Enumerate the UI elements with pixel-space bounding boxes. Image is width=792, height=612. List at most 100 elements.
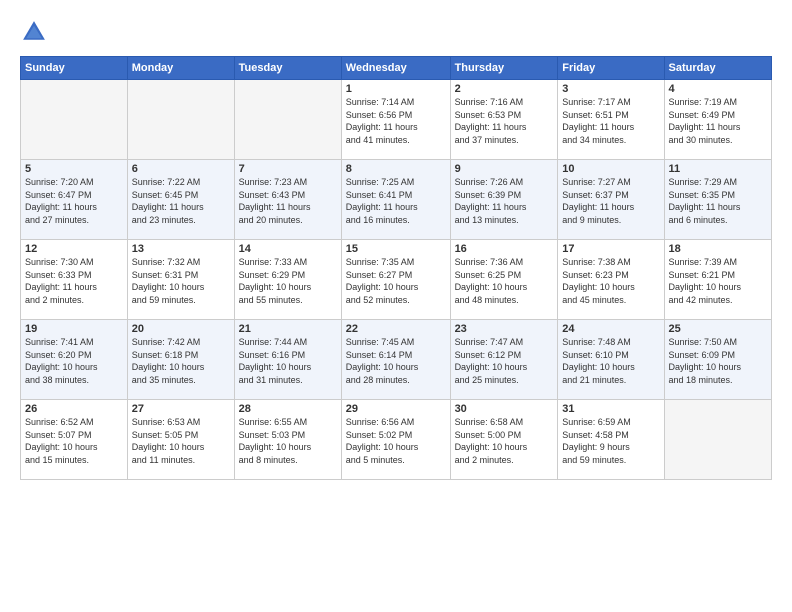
day-info: Sunrise: 7:14 AM Sunset: 6:56 PM Dayligh… xyxy=(346,96,446,146)
calendar-cell: 5Sunrise: 7:20 AM Sunset: 6:47 PM Daylig… xyxy=(21,160,128,240)
calendar-cell: 13Sunrise: 7:32 AM Sunset: 6:31 PM Dayli… xyxy=(127,240,234,320)
day-number: 25 xyxy=(669,323,767,335)
day-number: 7 xyxy=(239,163,337,175)
day-number: 27 xyxy=(132,403,230,415)
day-info: Sunrise: 7:44 AM Sunset: 6:16 PM Dayligh… xyxy=(239,336,337,386)
day-info: Sunrise: 7:32 AM Sunset: 6:31 PM Dayligh… xyxy=(132,256,230,306)
day-info: Sunrise: 7:47 AM Sunset: 6:12 PM Dayligh… xyxy=(455,336,554,386)
day-info: Sunrise: 7:23 AM Sunset: 6:43 PM Dayligh… xyxy=(239,176,337,226)
day-number: 19 xyxy=(25,323,123,335)
week-row-4: 19Sunrise: 7:41 AM Sunset: 6:20 PM Dayli… xyxy=(21,320,772,400)
day-info: Sunrise: 6:52 AM Sunset: 5:07 PM Dayligh… xyxy=(25,416,123,466)
day-info: Sunrise: 7:29 AM Sunset: 6:35 PM Dayligh… xyxy=(669,176,767,226)
calendar-cell: 24Sunrise: 7:48 AM Sunset: 6:10 PM Dayli… xyxy=(558,320,664,400)
week-row-1: 1Sunrise: 7:14 AM Sunset: 6:56 PM Daylig… xyxy=(21,80,772,160)
day-info: Sunrise: 7:41 AM Sunset: 6:20 PM Dayligh… xyxy=(25,336,123,386)
day-number: 20 xyxy=(132,323,230,335)
day-number: 2 xyxy=(455,83,554,95)
weekday-header-tuesday: Tuesday xyxy=(234,57,341,80)
calendar-cell: 17Sunrise: 7:38 AM Sunset: 6:23 PM Dayli… xyxy=(558,240,664,320)
day-number: 18 xyxy=(669,243,767,255)
day-info: Sunrise: 6:58 AM Sunset: 5:00 PM Dayligh… xyxy=(455,416,554,466)
day-number: 5 xyxy=(25,163,123,175)
day-info: Sunrise: 7:17 AM Sunset: 6:51 PM Dayligh… xyxy=(562,96,659,146)
week-row-5: 26Sunrise: 6:52 AM Sunset: 5:07 PM Dayli… xyxy=(21,400,772,480)
calendar-cell: 18Sunrise: 7:39 AM Sunset: 6:21 PM Dayli… xyxy=(664,240,771,320)
calendar-cell: 6Sunrise: 7:22 AM Sunset: 6:45 PM Daylig… xyxy=(127,160,234,240)
day-info: Sunrise: 7:26 AM Sunset: 6:39 PM Dayligh… xyxy=(455,176,554,226)
page: SundayMondayTuesdayWednesdayThursdayFrid… xyxy=(0,0,792,612)
day-number: 28 xyxy=(239,403,337,415)
day-number: 10 xyxy=(562,163,659,175)
logo xyxy=(20,18,54,46)
header xyxy=(20,18,772,46)
calendar-cell: 12Sunrise: 7:30 AM Sunset: 6:33 PM Dayli… xyxy=(21,240,128,320)
day-number: 3 xyxy=(562,83,659,95)
day-number: 6 xyxy=(132,163,230,175)
weekday-header-saturday: Saturday xyxy=(664,57,771,80)
day-number: 8 xyxy=(346,163,446,175)
calendar-cell: 1Sunrise: 7:14 AM Sunset: 6:56 PM Daylig… xyxy=(341,80,450,160)
day-number: 31 xyxy=(562,403,659,415)
day-number: 14 xyxy=(239,243,337,255)
calendar-cell: 15Sunrise: 7:35 AM Sunset: 6:27 PM Dayli… xyxy=(341,240,450,320)
day-number: 29 xyxy=(346,403,446,415)
calendar-cell: 16Sunrise: 7:36 AM Sunset: 6:25 PM Dayli… xyxy=(450,240,558,320)
day-number: 4 xyxy=(669,83,767,95)
calendar-cell: 11Sunrise: 7:29 AM Sunset: 6:35 PM Dayli… xyxy=(664,160,771,240)
calendar-cell: 19Sunrise: 7:41 AM Sunset: 6:20 PM Dayli… xyxy=(21,320,128,400)
week-row-3: 12Sunrise: 7:30 AM Sunset: 6:33 PM Dayli… xyxy=(21,240,772,320)
day-info: Sunrise: 7:35 AM Sunset: 6:27 PM Dayligh… xyxy=(346,256,446,306)
day-number: 12 xyxy=(25,243,123,255)
logo-icon xyxy=(20,18,48,46)
weekday-header-sunday: Sunday xyxy=(21,57,128,80)
calendar-cell: 22Sunrise: 7:45 AM Sunset: 6:14 PM Dayli… xyxy=(341,320,450,400)
calendar-cell: 9Sunrise: 7:26 AM Sunset: 6:39 PM Daylig… xyxy=(450,160,558,240)
day-info: Sunrise: 7:19 AM Sunset: 6:49 PM Dayligh… xyxy=(669,96,767,146)
calendar-cell: 2Sunrise: 7:16 AM Sunset: 6:53 PM Daylig… xyxy=(450,80,558,160)
calendar-cell: 8Sunrise: 7:25 AM Sunset: 6:41 PM Daylig… xyxy=(341,160,450,240)
weekday-header-row: SundayMondayTuesdayWednesdayThursdayFrid… xyxy=(21,57,772,80)
calendar-cell: 14Sunrise: 7:33 AM Sunset: 6:29 PM Dayli… xyxy=(234,240,341,320)
calendar-cell xyxy=(664,400,771,480)
day-info: Sunrise: 7:50 AM Sunset: 6:09 PM Dayligh… xyxy=(669,336,767,386)
weekday-header-monday: Monday xyxy=(127,57,234,80)
weekday-header-thursday: Thursday xyxy=(450,57,558,80)
day-info: Sunrise: 7:38 AM Sunset: 6:23 PM Dayligh… xyxy=(562,256,659,306)
day-number: 21 xyxy=(239,323,337,335)
day-number: 22 xyxy=(346,323,446,335)
calendar: SundayMondayTuesdayWednesdayThursdayFrid… xyxy=(20,56,772,480)
day-number: 26 xyxy=(25,403,123,415)
calendar-cell: 31Sunrise: 6:59 AM Sunset: 4:58 PM Dayli… xyxy=(558,400,664,480)
calendar-cell: 7Sunrise: 7:23 AM Sunset: 6:43 PM Daylig… xyxy=(234,160,341,240)
calendar-cell: 21Sunrise: 7:44 AM Sunset: 6:16 PM Dayli… xyxy=(234,320,341,400)
day-info: Sunrise: 7:36 AM Sunset: 6:25 PM Dayligh… xyxy=(455,256,554,306)
weekday-header-friday: Friday xyxy=(558,57,664,80)
day-number: 23 xyxy=(455,323,554,335)
day-info: Sunrise: 7:27 AM Sunset: 6:37 PM Dayligh… xyxy=(562,176,659,226)
calendar-cell: 4Sunrise: 7:19 AM Sunset: 6:49 PM Daylig… xyxy=(664,80,771,160)
day-info: Sunrise: 7:42 AM Sunset: 6:18 PM Dayligh… xyxy=(132,336,230,386)
day-info: Sunrise: 6:53 AM Sunset: 5:05 PM Dayligh… xyxy=(132,416,230,466)
calendar-cell: 10Sunrise: 7:27 AM Sunset: 6:37 PM Dayli… xyxy=(558,160,664,240)
calendar-cell: 26Sunrise: 6:52 AM Sunset: 5:07 PM Dayli… xyxy=(21,400,128,480)
calendar-cell xyxy=(127,80,234,160)
day-number: 11 xyxy=(669,163,767,175)
day-number: 24 xyxy=(562,323,659,335)
day-info: Sunrise: 7:16 AM Sunset: 6:53 PM Dayligh… xyxy=(455,96,554,146)
day-info: Sunrise: 7:30 AM Sunset: 6:33 PM Dayligh… xyxy=(25,256,123,306)
day-info: Sunrise: 7:39 AM Sunset: 6:21 PM Dayligh… xyxy=(669,256,767,306)
day-number: 16 xyxy=(455,243,554,255)
calendar-cell xyxy=(234,80,341,160)
day-info: Sunrise: 7:48 AM Sunset: 6:10 PM Dayligh… xyxy=(562,336,659,386)
calendar-cell xyxy=(21,80,128,160)
day-number: 30 xyxy=(455,403,554,415)
calendar-cell: 23Sunrise: 7:47 AM Sunset: 6:12 PM Dayli… xyxy=(450,320,558,400)
day-number: 17 xyxy=(562,243,659,255)
calendar-cell: 25Sunrise: 7:50 AM Sunset: 6:09 PM Dayli… xyxy=(664,320,771,400)
week-row-2: 5Sunrise: 7:20 AM Sunset: 6:47 PM Daylig… xyxy=(21,160,772,240)
day-number: 13 xyxy=(132,243,230,255)
calendar-cell: 29Sunrise: 6:56 AM Sunset: 5:02 PM Dayli… xyxy=(341,400,450,480)
calendar-cell: 28Sunrise: 6:55 AM Sunset: 5:03 PM Dayli… xyxy=(234,400,341,480)
day-number: 15 xyxy=(346,243,446,255)
